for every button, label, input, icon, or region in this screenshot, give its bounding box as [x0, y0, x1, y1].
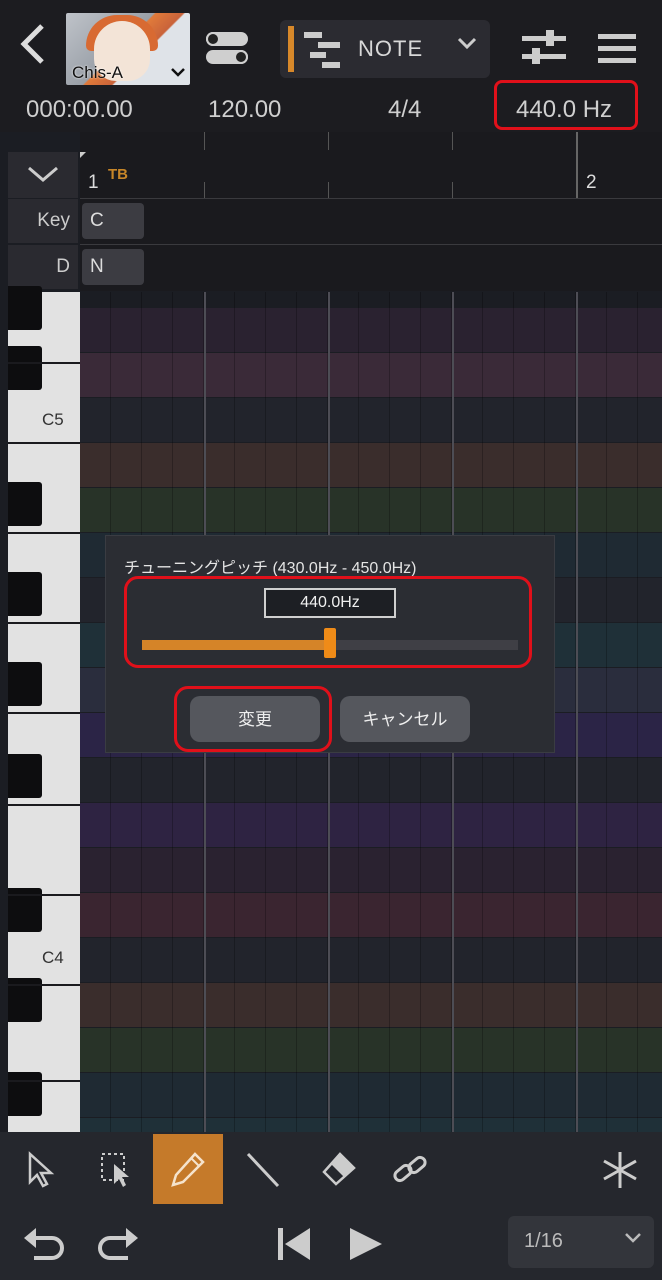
measure-ruler[interactable] — [80, 132, 662, 198]
marquee-select-icon[interactable] — [82, 1134, 152, 1204]
tempo-value[interactable]: 120.00 — [208, 96, 281, 124]
dynamics-track-row[interactable] — [80, 244, 662, 291]
octave-label-c4: C4 — [42, 948, 64, 967]
key-track-row[interactable] — [80, 198, 662, 245]
piano-keyboard[interactable]: C5 C4 — [8, 286, 80, 1132]
edit-mode-select[interactable]: NOTE — [280, 20, 490, 78]
beat-grid-line — [637, 292, 638, 1132]
octave-label-c5: C5 — [42, 410, 64, 429]
tempo-beat-marker[interactable]: TB — [108, 166, 128, 183]
collapse-tracks-button[interactable] — [8, 152, 78, 198]
snowflake-icon[interactable] — [584, 1134, 654, 1204]
top-bar: Chis-A NOTE — [0, 0, 662, 88]
slider-highlight-box — [124, 576, 532, 668]
measure-number: 2 — [586, 172, 597, 193]
toggle-switch-icon[interactable] — [206, 30, 248, 66]
white-key-divider — [8, 804, 80, 806]
white-key-divider — [8, 894, 80, 896]
pencil-icon[interactable] — [153, 1134, 223, 1204]
redo-icon[interactable] — [96, 1224, 140, 1264]
hamburger-menu-icon[interactable] — [598, 34, 638, 64]
key-track-label: Key — [8, 199, 78, 243]
undo-icon[interactable] — [22, 1224, 66, 1264]
chevron-down-icon — [170, 65, 186, 83]
mode-accent-bar — [288, 26, 294, 72]
black-key[interactable] — [8, 1072, 42, 1116]
white-key-divider — [8, 1080, 80, 1082]
playback-time[interactable]: 000:00.00 — [26, 96, 133, 124]
chevron-down-icon — [456, 30, 478, 58]
link-icon[interactable] — [374, 1134, 444, 1204]
beat-grid-line — [606, 292, 607, 1132]
bottom-toolbar: 1/16 — [0, 1132, 662, 1280]
dynamics-track-label: D — [8, 245, 78, 289]
black-key[interactable] — [8, 662, 42, 706]
white-key-divider — [8, 622, 80, 624]
dialog-title: チューニングピッチ (430.0Hz - 450.0Hz) — [124, 560, 417, 577]
white-key-divider — [8, 532, 80, 534]
play-icon[interactable] — [346, 1224, 386, 1264]
confirm-highlight-box — [174, 686, 332, 752]
dynamics-chip[interactable]: N — [82, 249, 144, 285]
key-chip[interactable]: C — [82, 203, 144, 239]
quantize-value: 1/16 — [524, 1230, 563, 1252]
black-key[interactable] — [8, 482, 42, 526]
measure-grid-line — [576, 292, 578, 1132]
mixer-sliders-icon[interactable] — [522, 28, 566, 68]
singer-name: Chis-A — [72, 63, 124, 82]
line-icon[interactable] — [228, 1134, 298, 1204]
white-key-divider — [8, 362, 80, 364]
black-key[interactable] — [8, 346, 42, 390]
skip-to-start-icon[interactable] — [274, 1224, 314, 1264]
mode-label: NOTE — [358, 36, 424, 61]
chevron-down-icon — [624, 1228, 642, 1251]
eraser-icon[interactable] — [302, 1134, 372, 1204]
black-key[interactable] — [8, 754, 42, 798]
singer-selector[interactable]: Chis-A — [66, 13, 190, 85]
quantize-select[interactable]: 1/16 — [508, 1216, 654, 1268]
cancel-button[interactable]: キャンセル — [340, 696, 470, 742]
playhead-marker — [80, 152, 86, 158]
back-button[interactable] — [18, 22, 58, 72]
white-key-divider — [8, 442, 80, 444]
black-key[interactable] — [8, 572, 42, 616]
time-signature[interactable]: 4/4 — [388, 96, 421, 124]
white-key-divider — [8, 712, 80, 714]
select-arrow-icon[interactable] — [6, 1134, 76, 1204]
tuning-highlight-box — [494, 80, 638, 130]
black-key[interactable] — [8, 286, 42, 330]
white-key-divider — [8, 984, 80, 986]
measure-number: 1 — [88, 172, 99, 193]
note-mode-icon — [304, 30, 340, 68]
